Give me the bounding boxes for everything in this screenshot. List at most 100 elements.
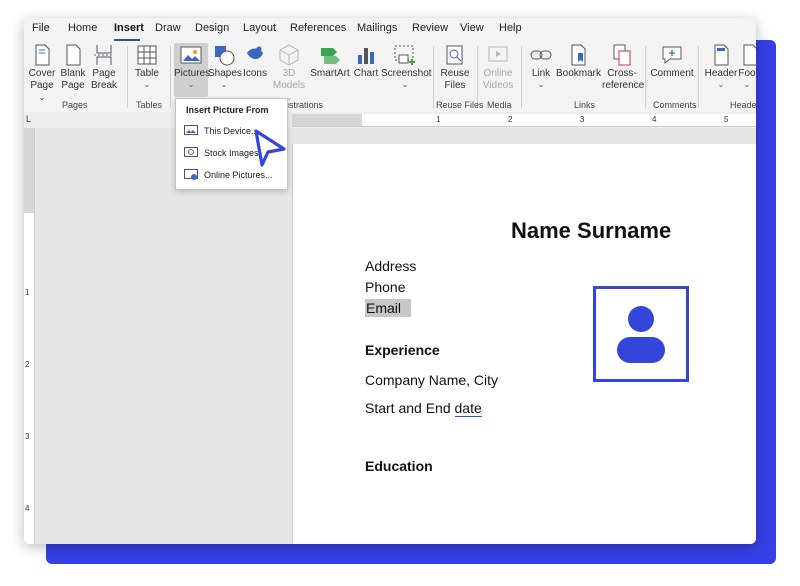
header-label: Header [704, 68, 738, 79]
shapes-button[interactable]: Shapes ⌄ [208, 43, 242, 89]
page-break-label-2: Break [90, 80, 118, 91]
smartart-button[interactable]: SmartArt [310, 43, 350, 80]
cover-page-button[interactable]: Cover Page ⌄ [26, 43, 58, 104]
group-label-links: Links [574, 100, 596, 110]
cursor-arrow-icon [254, 129, 286, 167]
comment-button[interactable]: Comment [649, 43, 695, 80]
group-label-comments: Comments [653, 100, 697, 110]
online-videos-icon [488, 46, 508, 62]
3d-models-button[interactable]: 3D Models ⌄ [272, 43, 306, 104]
chevron-down-icon: ⌄ [143, 80, 151, 89]
reuse-files-icon [446, 45, 463, 65]
email-line[interactable]: Email [365, 299, 412, 317]
chart-button[interactable]: Chart [351, 43, 381, 80]
group-label-header-footer: Heade [730, 100, 756, 110]
dates-prefix: Start and End [365, 400, 455, 416]
cross-reference-label-1: Cross- [607, 68, 637, 79]
tab-insert[interactable]: Insert [114, 22, 144, 34]
shapes-label: Shapes [208, 68, 242, 79]
dates-line[interactable]: Start and End date [365, 400, 482, 417]
ribbon-separator [477, 46, 478, 108]
tab-design[interactable]: Design [195, 22, 229, 34]
ribbon-separator [433, 46, 434, 108]
tab-help[interactable]: Help [499, 22, 522, 34]
ribbon-separator [698, 46, 699, 108]
bookmark-button[interactable]: Bookmark [556, 43, 601, 80]
ribbon-separator [127, 46, 128, 108]
group-label-tables: Tables [136, 100, 163, 110]
reuse-files-button[interactable]: Reuse Files [437, 43, 473, 92]
comment-icon [662, 46, 682, 65]
ribbon-tabs: File Home Insert Draw Design Layout Refe… [24, 18, 756, 42]
blank-page-label-1: Blank [60, 68, 86, 79]
ruler-number: 4 [652, 115, 657, 124]
header-button[interactable]: Header ⌄ [704, 43, 738, 89]
tab-selector[interactable]: L [24, 112, 34, 128]
pictures-icon [180, 46, 202, 64]
menu-item-label: Stock Images [204, 148, 259, 158]
chevron-down-icon: ⌄ [401, 80, 409, 89]
tab-view[interactable]: View [460, 22, 484, 34]
resume-name[interactable]: Name Surname [511, 218, 671, 244]
phone-line[interactable]: Phone [365, 279, 405, 295]
experience-heading[interactable]: Experience [365, 342, 440, 358]
tab-layout[interactable]: Layout [243, 22, 276, 34]
ribbon-separator [645, 46, 646, 108]
ruler-margin [24, 128, 34, 213]
footer-label: Foo [738, 68, 756, 79]
ruler-margin [292, 114, 362, 126]
group-label-pages: Pages [62, 100, 88, 110]
table-label: Table [135, 68, 159, 79]
tab-mailings[interactable]: Mailings [357, 22, 397, 34]
page-break-icon [94, 45, 114, 65]
blank-page-button[interactable]: Blank Page [58, 43, 88, 92]
smartart-icon [321, 48, 340, 64]
this-device-icon [184, 125, 198, 135]
pictures-button[interactable]: Pictures ⌄ [174, 43, 210, 97]
tab-file[interactable]: File [32, 22, 50, 34]
menu-item-label: This Device... [204, 126, 259, 136]
link-button[interactable]: Link ⌄ [526, 43, 556, 89]
link-label: Link [531, 68, 551, 79]
reuse-files-label-1: Reuse [440, 68, 470, 79]
online-videos-button[interactable]: Online Videos [480, 43, 516, 92]
3d-models-label-2: Models [272, 80, 306, 91]
tab-draw[interactable]: Draw [155, 22, 181, 34]
company-line[interactable]: Company Name, City [365, 372, 498, 388]
chevron-down-icon: ⌄ [187, 80, 195, 89]
ruler-number: 2 [25, 360, 30, 369]
vertical-ruler[interactable]: 1 2 3 4 [24, 128, 35, 544]
3d-models-label-1: 3D [282, 68, 296, 79]
tab-references[interactable]: References [290, 22, 346, 34]
cross-reference-button[interactable]: Cross- reference [602, 43, 644, 92]
tab-selector-glyph: L [26, 114, 32, 124]
screenshot-button[interactable]: Screenshot ⌄ [381, 43, 432, 89]
table-button[interactable]: Table ⌄ [130, 43, 164, 89]
horizontal-ruler[interactable]: 1 2 3 4 5 [292, 114, 756, 127]
page-break-button[interactable]: Page Break [88, 43, 120, 92]
page-break-label-1: Page [92, 68, 116, 79]
chevron-down-icon: ⌄ [717, 80, 725, 89]
cross-reference-icon [613, 44, 631, 66]
menu-item-online-pictures[interactable]: Online Pictures... [182, 167, 282, 185]
chevron-down-icon: ⌄ [220, 80, 228, 89]
footer-button[interactable]: Foo ⌄ [738, 43, 756, 89]
ruler-number: 5 [724, 115, 729, 124]
address-line[interactable]: Address [365, 258, 416, 274]
document-page[interactable]: Name Surname Address Phone Email Experie… [292, 144, 756, 544]
chevron-down-icon: ⌄ [38, 93, 46, 102]
email-selection: Email [365, 299, 412, 317]
photo-placeholder[interactable] [593, 286, 689, 382]
icons-button[interactable]: Icons [240, 43, 270, 80]
ruler-number: 3 [25, 432, 30, 441]
icons-icon [247, 46, 263, 60]
education-heading[interactable]: Education [365, 458, 433, 474]
tab-review[interactable]: Review [412, 22, 448, 34]
active-tab-indicator [114, 39, 140, 41]
screenshot-icon [394, 45, 415, 65]
online-videos-label-1: Online [483, 68, 513, 79]
tab-home[interactable]: Home [68, 22, 97, 34]
header-icon [714, 44, 729, 66]
smartart-label: SmartArt [310, 68, 350, 79]
chart-icon [358, 48, 374, 64]
